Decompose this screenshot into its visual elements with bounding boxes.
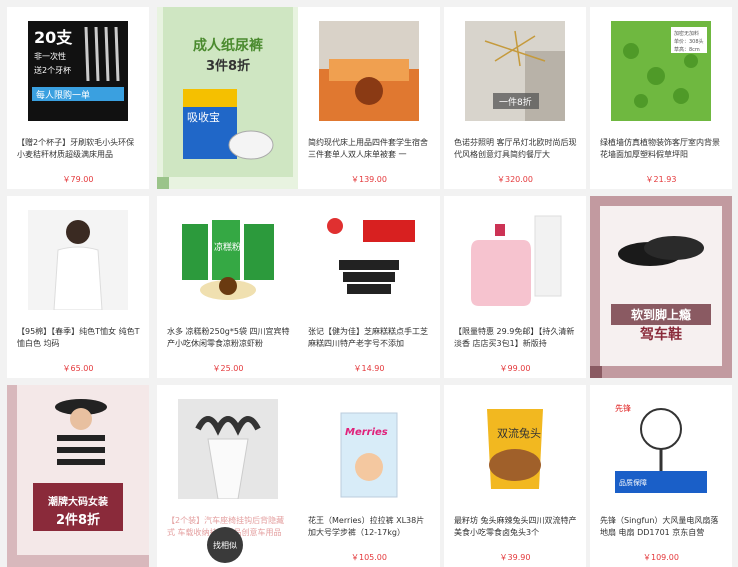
product-title[interactable]: 花王（Merries）拉拉裤 XL38片 加大号学步裤（12-17kg） xyxy=(308,515,431,539)
product-price: ￥79.00 xyxy=(62,175,94,184)
product-card[interactable]: Merries 花王（Merries）拉拉裤 XL38片 加大号学步裤（12-1… xyxy=(298,385,440,567)
product-image: 20支 非一次性 送2个牙杯 每人限购一单 xyxy=(28,21,128,121)
promo-card[interactable]: 成人纸尿裤 3件8折 吸收宝 xyxy=(157,7,299,189)
product-price: ￥14.90 xyxy=(353,364,385,373)
product-card[interactable]: 一件8折 色诺芬照明 客厅吊灯北欧时尚后现代风格创意灯具简约餐厅大 ￥320.0… xyxy=(444,7,586,189)
svg-text:草高：8cm: 草高：8cm xyxy=(674,46,700,53)
product-card[interactable]: 简约现代床上用品四件套学生宿舍三件套单人双人床单被套 一 ￥139.00 xyxy=(298,7,440,189)
promo-corner xyxy=(157,177,169,189)
svg-text:加密无加料: 加密无加料 xyxy=(674,30,699,37)
product-price: ￥320.00 xyxy=(497,175,533,184)
svg-text:送2个牙杯: 送2个牙杯 xyxy=(34,65,71,75)
product-title[interactable]: 色诺芬照明 客厅吊灯北欧时尚后现代风格创意灯具简约餐厅大 xyxy=(454,137,577,161)
product-image: 加密无加料 单价：308头 草高：8cm xyxy=(611,21,711,121)
svg-text:单价：308头: 单价：308头 xyxy=(674,38,704,45)
promo-card[interactable]: 潮牌大码女装 2件8折 xyxy=(7,385,149,567)
product-price: ￥21.93 xyxy=(645,175,677,184)
brand-text: 双流兔头 xyxy=(497,426,541,440)
product-image xyxy=(178,399,278,499)
product-price: ￥109.00 xyxy=(643,553,679,562)
brand-text: 凉糕粉 xyxy=(214,241,241,253)
product-title[interactable]: 【限量特惠 29.9免邮】【持久清新淡香 店店买3包1】新版持 xyxy=(454,326,577,350)
product-title[interactable]: 绿植墙仿真植物装饰客厅室内背景花墙面加厚塑料假草坪阳 xyxy=(600,137,723,161)
product-image xyxy=(618,236,704,266)
promo-corner xyxy=(590,366,602,378)
promo-title: 潮牌大码女装 xyxy=(48,497,108,508)
product-card[interactable]: 张记【健为佳】芝麻糕糕点手工芝麻糕四川特产老字号不添加 ￥14.90 xyxy=(298,196,440,378)
product-title[interactable]: 张记【健为佳】芝麻糕糕点手工芝麻糕四川特产老字号不添加 xyxy=(308,326,431,350)
brand-text: 先锋 xyxy=(615,403,631,413)
product-image xyxy=(319,210,419,310)
product-image xyxy=(465,210,565,310)
svg-text:20支: 20支 xyxy=(34,28,73,47)
product-image: 先锋 品质保障 xyxy=(611,399,711,499)
product-card[interactable]: 【95棉】【春季】纯色T恤女 纯色T恤白色 均码 ￥65.00 xyxy=(7,196,149,378)
product-card[interactable]: 加密无加料 单价：308头 草高：8cm 绿植墙仿真植物装饰客厅室内背景花墙面加… xyxy=(590,7,732,189)
product-image: 双流兔头 xyxy=(465,399,565,499)
promo-subtitle: 驾车鞋 xyxy=(640,327,682,343)
product-image: 吸收宝 xyxy=(183,89,274,160)
product-price: ￥105.00 xyxy=(351,553,387,562)
product-image: 凉糕粉 xyxy=(178,210,278,310)
product-image: 一件8折 xyxy=(465,21,565,121)
product-card[interactable]: 20支 非一次性 送2个牙杯 每人限购一单 【赠2个杯子】牙刷软毛小头环保小麦秸… xyxy=(7,7,149,189)
product-card[interactable]: 【限量特惠 29.9免邮】【持久清新淡香 店店买3包1】新版持 ￥99.00 xyxy=(444,196,586,378)
product-image xyxy=(28,210,128,310)
promo-subtitle: 2件8折 xyxy=(55,513,101,528)
brand-text: 吸收宝 xyxy=(187,110,220,124)
product-image xyxy=(55,399,107,465)
product-card[interactable]: 凉糕粉 水多 凉糕粉250g*5袋 四川宜宾特产小吃休闲零食凉粉凉虾粉 ￥25.… xyxy=(157,196,299,378)
product-title[interactable]: 【95棉】【春季】纯色T恤女 纯色T恤白色 均码 xyxy=(17,326,140,350)
svg-text:非一次性: 非一次性 xyxy=(34,51,66,61)
product-price: ￥25.00 xyxy=(212,364,244,373)
product-title[interactable]: 先锋（Singfun）大风量电风扇落地扇 电扇 DD1701 京东自营 xyxy=(600,515,723,539)
product-image: Merries xyxy=(319,399,419,499)
product-title[interactable]: 【赠2个杯子】牙刷软毛小头环保小麦秸秆材质超级满床用品 xyxy=(17,137,140,161)
product-title[interactable]: 水多 凉糕粉250g*5袋 四川宜宾特产小吃休闲零食凉粉凉虾粉 xyxy=(167,326,290,350)
svg-text:每人限购一单: 每人限购一单 xyxy=(36,89,90,101)
product-price: ￥139.00 xyxy=(351,175,387,184)
product-card[interactable]: 双流兔头 最籽坊 兔头麻辣兔头四川双流特产美食小吃零食卤兔头3个 ￥39.90 xyxy=(444,385,586,567)
product-price: ￥39.90 xyxy=(499,553,531,562)
promo-card[interactable]: 软到脚上瘾 驾车鞋 xyxy=(590,196,732,378)
promo-subtitle: 3件8折 xyxy=(205,59,251,74)
product-card[interactable]: 先锋 品质保障 先锋（Singfun）大风量电风扇落地扇 电扇 DD1701 京… xyxy=(590,385,732,567)
product-price: ￥99.00 xyxy=(499,364,531,373)
promo-title: 成人纸尿裤 xyxy=(193,38,263,54)
product-price: ￥65.00 xyxy=(62,364,94,373)
promo-title: 软到脚上瘾 xyxy=(611,304,711,325)
product-title[interactable]: 简约现代床上用品四件套学生宿舍三件套单人双人床单被套 一 xyxy=(308,137,431,161)
discount-badge: 一件8折 xyxy=(499,96,532,108)
brand-text: Merries xyxy=(345,427,388,438)
svg-text:品质保障: 品质保障 xyxy=(619,478,647,487)
find-similar-button[interactable]: 找相似 xyxy=(207,527,243,563)
product-image xyxy=(319,21,419,121)
product-title[interactable]: 最籽坊 兔头麻辣兔头四川双流特产美食小吃零食卤兔头3个 xyxy=(454,515,577,539)
